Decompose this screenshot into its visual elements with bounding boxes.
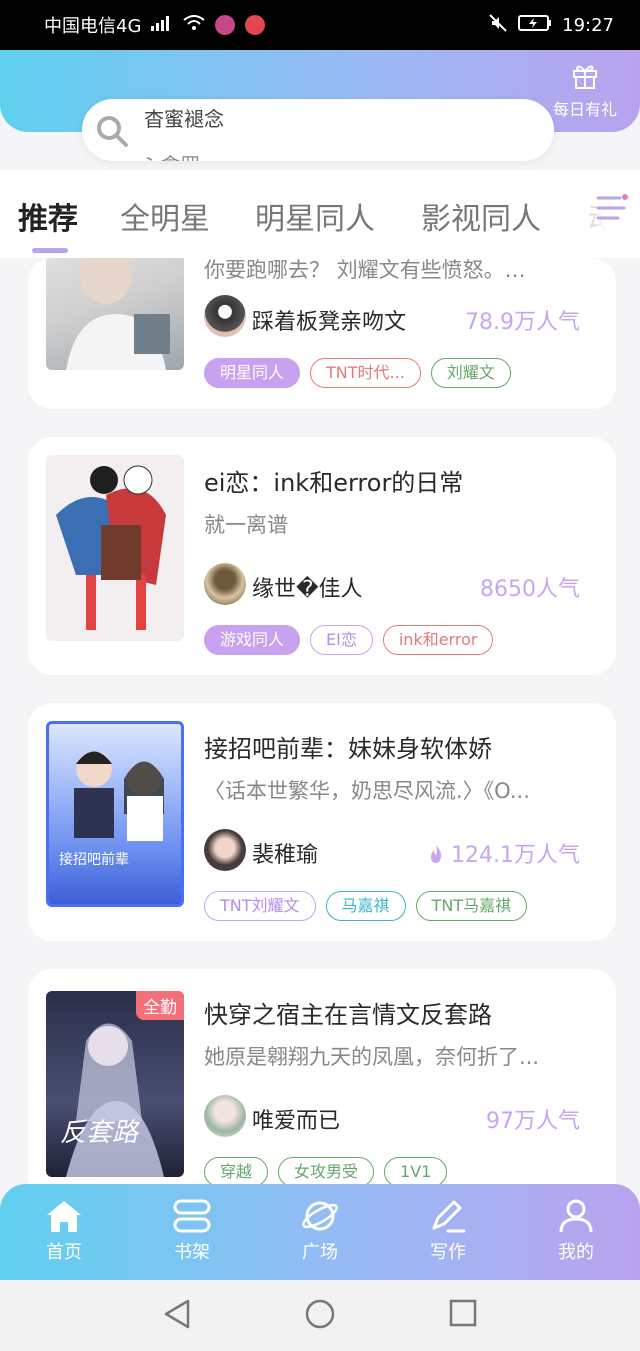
svg-text:反套路: 反套路	[60, 1118, 140, 1148]
nav-write-label: 写作	[430, 1242, 466, 1263]
bookshelf-icon	[173, 1199, 211, 1233]
nav-bookshelf[interactable]: 书架	[147, 1198, 237, 1264]
tag[interactable]: 穿越	[204, 1157, 269, 1187]
planet-icon	[302, 1201, 338, 1231]
category-tabs: 推荐 全明星 明星同人 影视同人 动漫	[0, 170, 640, 258]
author-avatar	[204, 295, 246, 337]
book-cover: 接招吧前辈	[46, 721, 184, 907]
tag[interactable]: TNT马嘉祺	[415, 891, 528, 921]
tab-film-fanfic[interactable]: 影视同人	[421, 194, 541, 238]
popularity-value: 124.1万人气	[451, 843, 580, 868]
tag[interactable]: ink和error	[382, 625, 494, 655]
carrier-label: 中国电信4G	[44, 16, 142, 37]
nav-bookshelf-label: 书架	[174, 1242, 210, 1263]
book-cover	[46, 258, 184, 370]
author-avatar	[204, 1095, 246, 1137]
mute-icon	[488, 13, 508, 38]
status-right: 19:27	[488, 13, 614, 38]
nav-write[interactable]: 写作	[403, 1198, 493, 1264]
book-cover	[46, 455, 184, 641]
tag[interactable]: 刘耀文	[430, 358, 511, 388]
tag-list: 穿越 女攻男受 1V1	[204, 1157, 448, 1187]
popularity: 8650人气	[480, 577, 580, 602]
notification-app-icon-2	[245, 15, 266, 35]
author-name: 缘世�佳人	[252, 577, 363, 602]
tag-list: 游戏同人 EI恋 ink和error	[204, 625, 494, 655]
book-card[interactable]: 你要跑哪去？ 刘耀文有些愤怒。… 踩着板凳亲吻文 78.9万人气 明星同人 TN…	[28, 258, 616, 409]
home-icon	[47, 1201, 81, 1232]
status-left: 中国电信4G	[44, 12, 266, 38]
nav-home[interactable]: 首页	[19, 1198, 109, 1264]
tag[interactable]: TNT时代...	[310, 358, 421, 388]
user-icon	[559, 1199, 593, 1233]
home-circle-icon[interactable]	[304, 1298, 336, 1330]
battery-icon	[518, 14, 552, 37]
book-cover: 反套路 全勤	[46, 991, 184, 1177]
book-card[interactable]: ei恋：ink和error的日常 就一离谱 缘世�佳人 8650人气 游戏同人 …	[28, 437, 616, 675]
bottom-navigation: 首页 书架 广场 写作 我的	[0, 1184, 640, 1280]
tag[interactable]: EI恋	[310, 625, 373, 655]
tag-list: 明星同人 TNT时代... 刘耀文	[204, 358, 511, 388]
tag-list: TNT刘耀文 马嘉祺 TNT马嘉祺	[204, 891, 528, 921]
clock: 19:27	[562, 14, 614, 36]
search-text: 杳蜜褪念	[144, 107, 224, 131]
nav-profile[interactable]: 我的	[531, 1198, 621, 1264]
search-bar[interactable]: 杳蜜褪念 ﾐ 盒罒	[82, 99, 554, 161]
author-name: 裴稚瑜	[252, 843, 319, 868]
svg-text:接招吧前辈: 接招吧前辈	[59, 851, 129, 868]
signal-icon	[151, 15, 173, 36]
tag[interactable]: 1V1	[384, 1157, 448, 1187]
author-name: 唯爱而已	[252, 1109, 341, 1134]
search-icon	[97, 116, 128, 147]
author-avatar	[204, 563, 246, 605]
daily-gift-button[interactable]: 每日有礼	[548, 62, 622, 120]
notification-app-icon	[215, 15, 236, 35]
tag[interactable]: 游戏同人	[204, 625, 301, 655]
nav-square-label: 广场	[302, 1242, 338, 1263]
daily-gift-label: 每日有礼	[552, 100, 617, 119]
book-desc: 就一离谱	[204, 513, 288, 537]
full-attendance-badge: 全勤	[136, 991, 184, 1020]
pen-icon	[432, 1200, 466, 1233]
search-next-text: ﾐ 盒罒	[144, 149, 200, 161]
popularity: 97万人气	[486, 1109, 580, 1134]
gift-icon	[573, 65, 597, 89]
recents-icon[interactable]	[448, 1298, 478, 1328]
author-name: 踩着板凳亲吻文	[252, 310, 407, 335]
book-card[interactable]: 反套路 全勤 快穿之宿主在言情文反套路 她原是翱翔九天的凤凰，奈何折了... 唯…	[28, 969, 616, 1207]
tab-all-stars[interactable]: 全明星	[120, 194, 210, 238]
book-desc: 你要跑哪去？ 刘耀文有些愤怒。…	[204, 258, 526, 282]
tag[interactable]: 明星同人	[204, 358, 301, 388]
book-desc: 她原是翱翔九天的凤凰，奈何折了...	[204, 1045, 540, 1069]
status-bar: 中国电信4G 19:27	[0, 0, 640, 50]
book-card[interactable]: 接招吧前辈 接招吧前辈：妹妹身软体娇 〈话本世繁华，奶思尽风流.〉《O... 裴…	[28, 703, 616, 941]
author-avatar	[204, 829, 246, 871]
popularity: 78.9万人气	[465, 310, 580, 335]
back-icon[interactable]	[162, 1298, 192, 1330]
tag[interactable]: 马嘉祺	[325, 891, 406, 921]
book-title: ei恋：ink和error的日常	[204, 469, 464, 497]
tab-menu-button[interactable]	[584, 182, 640, 238]
book-title: 快穿之宿主在言情文反套路	[204, 1001, 492, 1029]
tab-underline	[32, 248, 68, 253]
nav-square[interactable]: 广场	[275, 1198, 365, 1264]
flame-icon	[431, 845, 442, 863]
book-title: 接招吧前辈：妹妹身软体娇	[204, 735, 492, 763]
nav-profile-label: 我的	[558, 1242, 594, 1263]
tag[interactable]: TNT刘耀文	[204, 891, 316, 921]
tag[interactable]: 女攻男受	[278, 1157, 375, 1187]
tab-recommend[interactable]: 推荐	[18, 194, 78, 238]
menu-icon	[596, 194, 628, 220]
popularity: 124.1万人气	[428, 837, 580, 869]
tab-star-fanfic[interactable]: 明星同人	[255, 194, 375, 238]
nav-home-label: 首页	[46, 1242, 82, 1263]
system-navigation	[0, 1280, 640, 1351]
wifi-icon	[183, 14, 206, 36]
book-desc: 〈话本世繁华，奶思尽风流.〉《O...	[204, 779, 530, 803]
